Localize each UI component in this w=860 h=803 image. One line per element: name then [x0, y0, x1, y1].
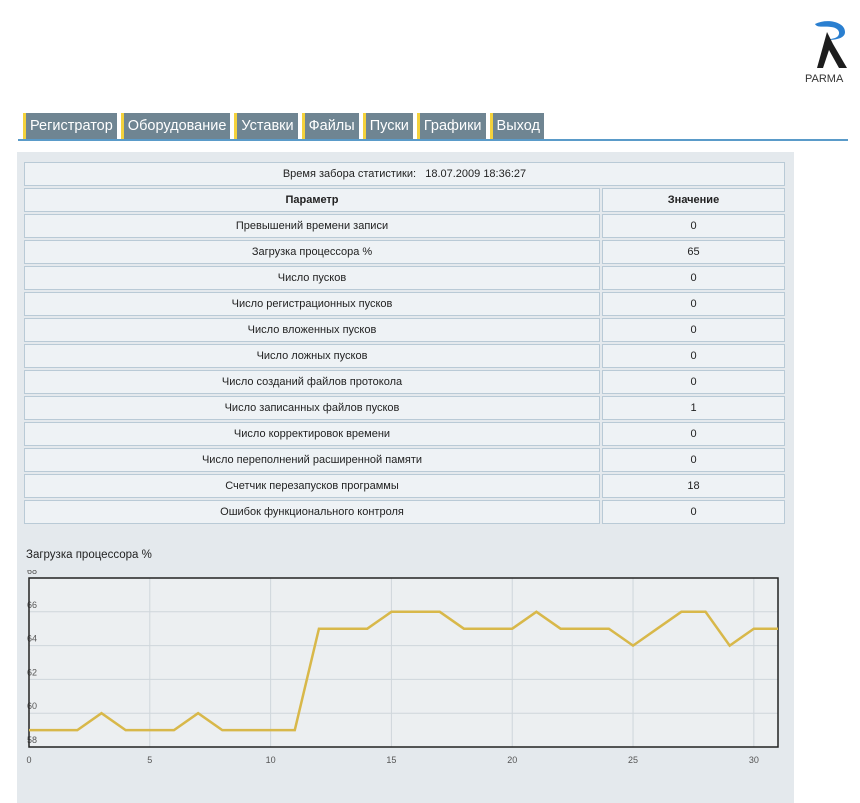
- plot-area: [29, 578, 778, 747]
- value-cell: 0: [602, 292, 785, 316]
- param-cell: Ошибок функционального контроля: [24, 500, 600, 524]
- value-cell: 0: [602, 266, 785, 290]
- time-row: Время забора статистики: 18.07.2009 18:3…: [24, 162, 785, 186]
- cpu-load-chart: 0 5 10 15 20 25 30586062646668: [26, 570, 779, 765]
- header-row: Параметр Значение: [24, 188, 785, 212]
- value-cell: 0: [602, 344, 785, 368]
- y-tick-label: 68: [27, 570, 37, 576]
- table-row: Число переполнений расширенной памяти 0: [24, 448, 785, 472]
- table-row: Ошибок функционального контроля 0: [24, 500, 785, 524]
- table-row: Число корректировок времени 0: [24, 422, 785, 446]
- table-row: Число ложных пусков 0: [24, 344, 785, 368]
- value-cell: 0: [602, 318, 785, 342]
- table-row: Загрузка процессора % 65: [24, 240, 785, 264]
- value-cell: 0: [602, 370, 785, 394]
- table-row: Превышений времени записи 0: [24, 214, 785, 238]
- tab-starts[interactable]: Пуски: [362, 113, 413, 140]
- table-row: Счетчик перезапусков программы 18: [24, 474, 785, 498]
- main-nav-tabs: Регистратор Оборудование Уставки Файлы П…: [23, 113, 544, 141]
- param-cell: Счетчик перезапусков программы: [24, 474, 600, 498]
- param-cell: Число записанных файлов пусков: [24, 396, 600, 420]
- tab-files[interactable]: Файлы: [301, 113, 359, 140]
- x-tick-label: 10: [266, 755, 276, 765]
- value-cell: 0: [602, 448, 785, 472]
- statistics-table: Время забора статистики: 18.07.2009 18:3…: [22, 160, 787, 526]
- tab-underline: [18, 139, 848, 141]
- value-cell: 65: [602, 240, 785, 264]
- param-cell: Число регистрационных пусков: [24, 292, 600, 316]
- table-row: Число вложенных пусков 0: [24, 318, 785, 342]
- value-cell: 0: [602, 500, 785, 524]
- statistics-panel: Время забора статистики: 18.07.2009 18:3…: [17, 152, 794, 803]
- param-cell: Число ложных пусков: [24, 344, 600, 368]
- param-cell: Число корректировок времени: [24, 422, 600, 446]
- param-cell: Число переполнений расширенной памяти: [24, 448, 600, 472]
- table-row: Число записанных файлов пусков 1: [24, 396, 785, 420]
- tab-equipment[interactable]: Оборудование: [120, 113, 231, 140]
- param-cell: Число пусков: [24, 266, 600, 290]
- value-header: Значение: [602, 188, 785, 212]
- param-cell: Число созданий файлов протокола: [24, 370, 600, 394]
- tab-registrator[interactable]: Регистратор: [23, 113, 117, 140]
- table-row: Число пусков 0: [24, 266, 785, 290]
- value-cell: 18: [602, 474, 785, 498]
- x-tick-label: 0: [26, 755, 31, 765]
- param-cell: Загрузка процессора %: [24, 240, 600, 264]
- tab-graphs[interactable]: Графики: [416, 113, 486, 140]
- x-tick-label: 5: [147, 755, 152, 765]
- time-value: 18.07.2009 18:36:27: [425, 168, 527, 180]
- table-row: Число регистрационных пусков 0: [24, 292, 785, 316]
- value-cell: 0: [602, 214, 785, 238]
- value-cell: 1: [602, 396, 785, 420]
- value-cell: 0: [602, 422, 785, 446]
- x-tick-label: 25: [628, 755, 638, 765]
- x-tick-label: 30: [749, 755, 759, 765]
- param-cell: Превышений времени записи: [24, 214, 600, 238]
- x-tick-label: 20: [507, 755, 517, 765]
- time-cell: Время забора статистики: 18.07.2009 18:3…: [24, 162, 785, 186]
- logo-text: PARMA: [805, 73, 844, 85]
- table-row: Число созданий файлов протокола 0: [24, 370, 785, 394]
- tab-settings[interactable]: Уставки: [234, 113, 298, 140]
- chart-title: Загрузка процессора %: [26, 549, 152, 561]
- x-tick-label: 15: [386, 755, 396, 765]
- time-label: Время забора статистики:: [282, 168, 417, 180]
- param-header: Параметр: [24, 188, 600, 212]
- parma-logo-icon: PARMA: [805, 18, 855, 88]
- tab-exit[interactable]: Выход: [489, 113, 544, 140]
- param-cell: Число вложенных пусков: [24, 318, 600, 342]
